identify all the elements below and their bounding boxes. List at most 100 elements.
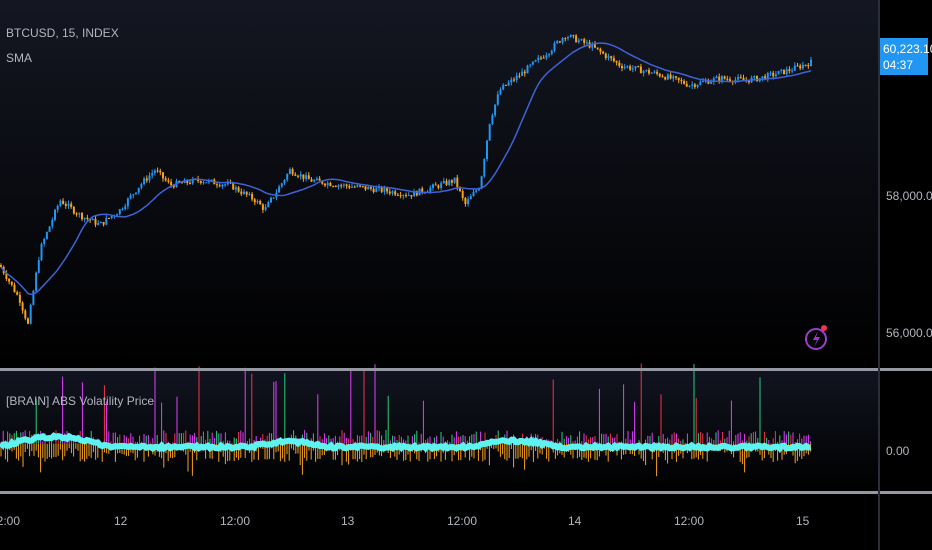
candle-body bbox=[504, 84, 507, 86]
candle-body bbox=[334, 186, 337, 188]
candle-body bbox=[297, 175, 299, 177]
candle-body bbox=[37, 260, 40, 273]
candle-body bbox=[650, 72, 653, 74]
candle-body bbox=[364, 186, 367, 190]
candle-body bbox=[688, 85, 691, 87]
candle-body bbox=[267, 202, 270, 208]
time-tick: 14 bbox=[568, 514, 582, 528]
candle-body bbox=[94, 218, 97, 225]
candle-body bbox=[777, 70, 780, 75]
candle-body bbox=[513, 79, 515, 81]
sma-legend[interactable]: SMA bbox=[6, 51, 32, 65]
current-price-tag: 60,223.10 04:37 bbox=[880, 38, 932, 75]
candle-body bbox=[772, 72, 775, 77]
candle-body bbox=[72, 207, 75, 214]
candle-body bbox=[677, 77, 680, 81]
candle-body bbox=[294, 174, 297, 176]
candle-body bbox=[110, 216, 113, 219]
candle-body bbox=[472, 191, 475, 197]
candle-body bbox=[761, 76, 764, 79]
candle-body bbox=[27, 318, 29, 324]
candle-body bbox=[151, 173, 154, 176]
candle-body bbox=[580, 39, 583, 41]
candle-body bbox=[450, 180, 453, 183]
candle-body bbox=[783, 69, 785, 75]
candle-body bbox=[148, 175, 151, 181]
lightning-icon[interactable] bbox=[804, 322, 830, 352]
candle-body bbox=[43, 238, 46, 244]
candle-body bbox=[804, 64, 807, 66]
candle-body bbox=[486, 140, 488, 160]
candle-body bbox=[507, 82, 510, 86]
candle-body bbox=[621, 65, 623, 69]
candle-body bbox=[16, 292, 19, 295]
candle-body bbox=[83, 217, 86, 220]
candle-body bbox=[691, 84, 694, 86]
candle-body bbox=[666, 74, 669, 80]
candle-body bbox=[469, 196, 472, 200]
candle-body bbox=[124, 206, 127, 210]
candle-body bbox=[467, 199, 470, 204]
time-tick: 12 bbox=[114, 514, 128, 528]
candle-body bbox=[261, 204, 264, 210]
candle-body bbox=[256, 201, 259, 203]
candle-body bbox=[243, 191, 245, 194]
candle-body bbox=[302, 174, 305, 179]
candle-body bbox=[429, 187, 432, 192]
candle-body bbox=[145, 178, 148, 181]
candle-body bbox=[407, 195, 410, 197]
candle-body bbox=[356, 185, 359, 187]
candle-body bbox=[54, 209, 56, 220]
candle-body bbox=[75, 213, 78, 215]
candle-body bbox=[642, 71, 645, 74]
candle-body bbox=[342, 184, 345, 186]
indicator-legend[interactable]: [BRAIN] ABS Volatility Price bbox=[6, 394, 154, 408]
candle-body bbox=[534, 60, 537, 62]
candle-body bbox=[372, 188, 375, 193]
candle-body bbox=[332, 186, 335, 188]
candle-body bbox=[585, 42, 588, 44]
symbol-legend[interactable]: BTCUSD, 15, INDEX bbox=[6, 26, 119, 40]
candle-body bbox=[575, 35, 578, 43]
candle-body bbox=[13, 284, 16, 293]
candle-body bbox=[118, 209, 121, 215]
candle-body bbox=[116, 214, 119, 216]
candle-body bbox=[769, 72, 772, 74]
candle-body bbox=[135, 192, 137, 195]
candle-body bbox=[737, 76, 740, 80]
candle-body bbox=[634, 66, 637, 69]
candle-body bbox=[205, 182, 208, 184]
candle-body bbox=[313, 180, 316, 182]
candle-body bbox=[523, 71, 526, 74]
candle-body bbox=[658, 73, 661, 77]
candle-body bbox=[672, 76, 675, 79]
candle-body bbox=[810, 59, 812, 67]
candle-body bbox=[45, 231, 48, 239]
candle-body bbox=[326, 182, 329, 186]
candle-body bbox=[475, 190, 478, 192]
candle-body bbox=[693, 84, 696, 87]
candle-body bbox=[515, 75, 518, 81]
candle-body bbox=[218, 185, 221, 187]
candle-body bbox=[594, 44, 596, 48]
candle-body bbox=[629, 66, 632, 70]
candle-body bbox=[488, 123, 491, 141]
candle-body bbox=[518, 75, 521, 77]
pane-separator[interactable] bbox=[0, 368, 932, 371]
candle-body bbox=[359, 185, 362, 187]
candle-body bbox=[21, 302, 24, 311]
candle-body bbox=[202, 182, 205, 184]
candle-body bbox=[550, 50, 553, 54]
candle-body bbox=[496, 94, 499, 105]
candle-body bbox=[521, 71, 524, 76]
candle-body bbox=[386, 188, 389, 192]
candle-body bbox=[796, 65, 799, 67]
candle-body bbox=[189, 182, 191, 184]
candle-body bbox=[569, 35, 572, 38]
candle-body bbox=[545, 55, 548, 58]
candle-body bbox=[599, 48, 602, 52]
candle-body bbox=[232, 182, 235, 190]
candle-body bbox=[664, 77, 667, 80]
candle-body bbox=[553, 43, 556, 51]
time-tick: 12:00 bbox=[220, 514, 251, 528]
